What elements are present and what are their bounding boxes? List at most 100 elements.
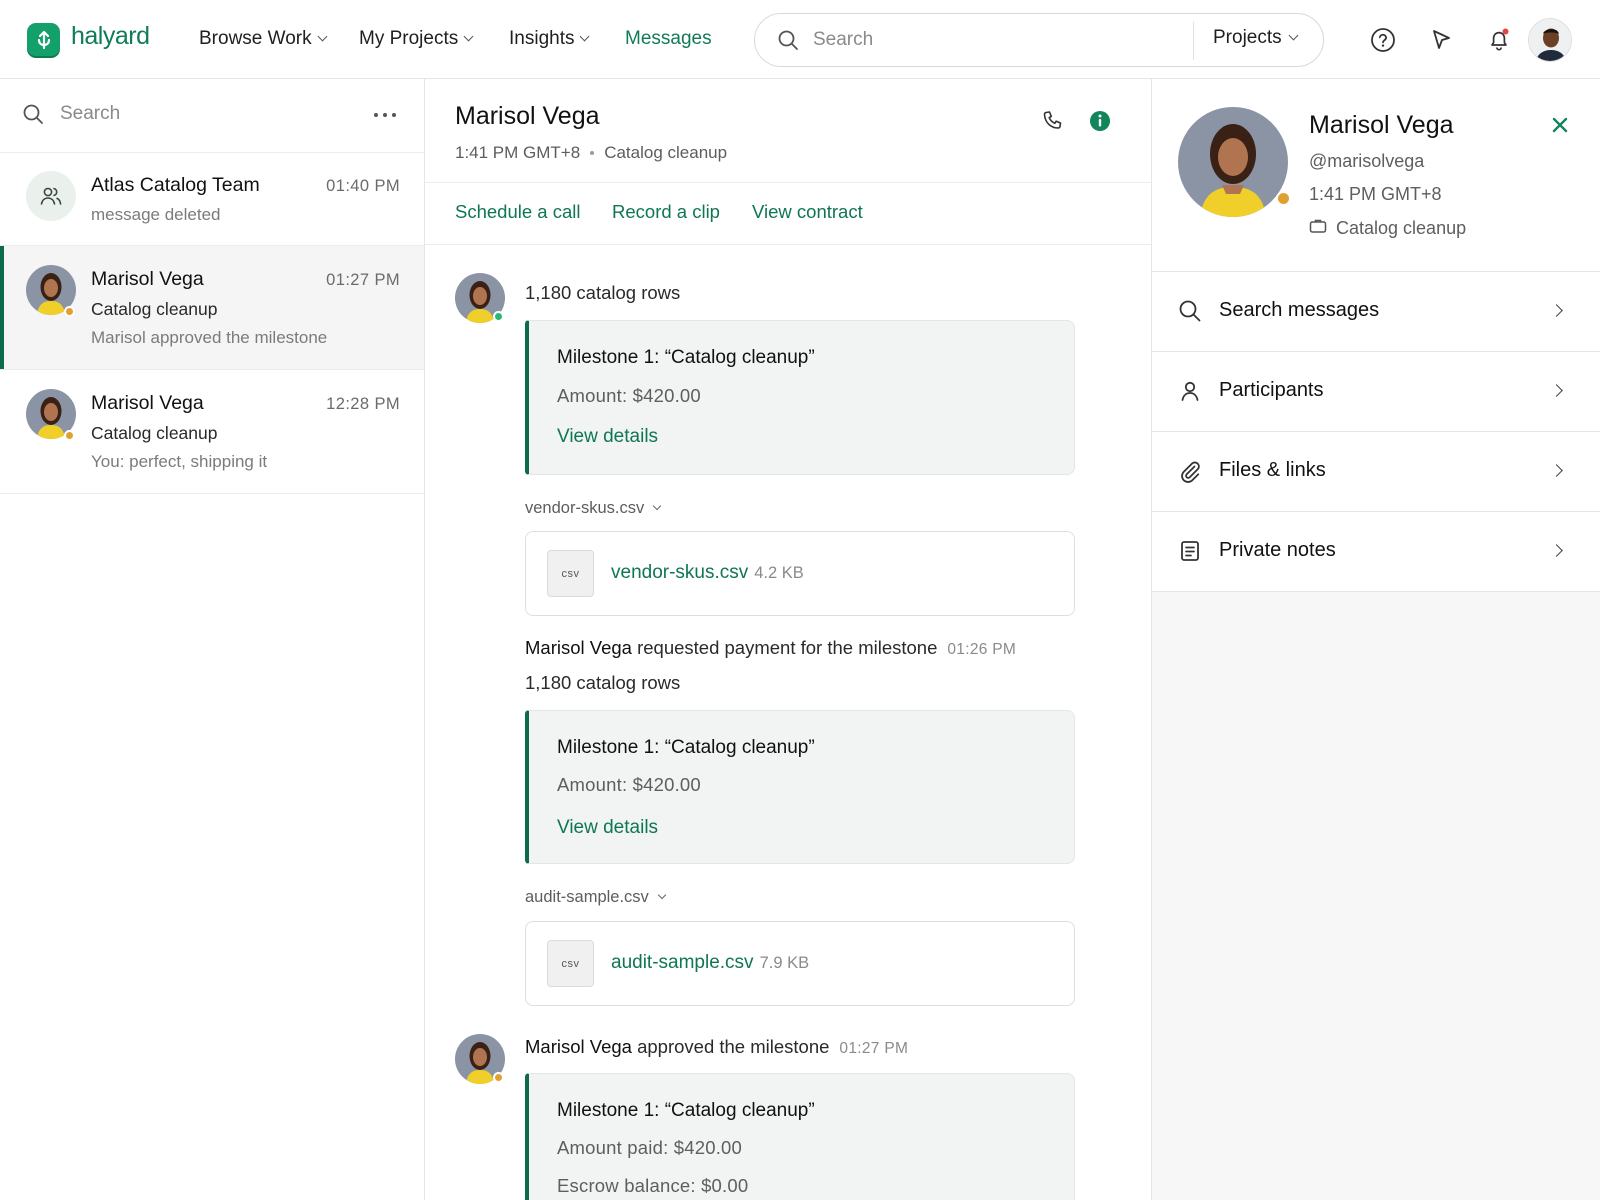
nav-messages-label: Messages — [625, 28, 712, 49]
file-name-link[interactable]: audit-sample.csv 7.9 KB — [611, 952, 809, 974]
user-avatar[interactable] — [1528, 18, 1572, 62]
contact-profile: Marisol Vega @marisolvega 1:41 PM GMT+8 … — [1152, 79, 1600, 272]
view-details-link[interactable]: View details — [557, 817, 658, 839]
status-online-indicator — [493, 311, 504, 322]
contact-name: Marisol Vega — [1309, 111, 1454, 139]
search-messages-row[interactable]: Search messages — [1152, 272, 1600, 352]
conversation-name: Marisol Vega — [91, 268, 204, 290]
global-search: Projects — [754, 13, 1324, 67]
chevron-down-icon — [580, 31, 590, 42]
nav-my-projects[interactable]: My Projects — [359, 28, 474, 50]
chevron-right-icon — [1550, 384, 1563, 397]
conversation-search — [0, 79, 424, 153]
contact-avatar — [1178, 107, 1288, 217]
message-author: Marisol Vega — [525, 1036, 632, 1057]
file-name: audit-sample.csv — [611, 952, 754, 973]
status-away-indicator — [1276, 191, 1291, 206]
view-contract-link[interactable]: View contract — [752, 201, 863, 223]
message-time: 01:26 PM — [947, 641, 1017, 658]
csv-file-icon: csv — [547, 550, 594, 597]
chat-contact-name: Marisol Vega — [455, 102, 600, 130]
message-action: approved the milestone — [637, 1036, 830, 1057]
more-options-icon[interactable] — [374, 105, 396, 125]
file-attachment-card[interactable]: csv audit-sample.csv 7.9 KB — [525, 921, 1075, 1006]
conversation-name: Marisol Vega — [91, 392, 204, 414]
attachment-toggle[interactable]: vendor-skus.csv — [525, 499, 662, 518]
search-icon — [777, 29, 799, 56]
paperclip-icon — [1178, 459, 1202, 483]
attachment-label: vendor-skus.csv — [525, 499, 645, 517]
nav-my-projects-label: My Projects — [359, 28, 459, 49]
private-notes-row[interactable]: Private notes — [1152, 512, 1600, 592]
csv-file-icon: csv — [547, 940, 594, 987]
milestone-amount-paid: Amount paid: $420.00 — [557, 1137, 743, 1158]
close-icon[interactable] — [1549, 114, 1573, 138]
conversation-item[interactable]: Marisol Vega 12:28 PM Catalog cleanup Yo… — [0, 370, 424, 494]
info-icon[interactable] — [1088, 109, 1114, 135]
schedule-call-link[interactable]: Schedule a call — [455, 201, 580, 223]
chevron-down-icon — [652, 501, 662, 511]
nav-messages[interactable]: Messages — [625, 28, 712, 50]
conversation-item-selected[interactable]: Marisol Vega 01:27 PM Catalog cleanup Ma… — [0, 246, 424, 370]
message-author: Marisol Vega — [525, 637, 632, 658]
cursor-icon[interactable] — [1425, 24, 1457, 56]
milestone-card: Milestone 1: “Catalog cleanup” Amount: $… — [525, 320, 1075, 475]
nav-browse-work[interactable]: Browse Work — [199, 28, 328, 50]
chat-panel: Marisol Vega 1:41 PM GMT+8 Catalog clean… — [425, 79, 1151, 1200]
conversation-time: 12:28 PM — [326, 395, 400, 413]
row-label: Search messages — [1219, 299, 1380, 321]
message-time: 01:27 PM — [839, 1040, 909, 1057]
chevron-down-icon — [317, 31, 328, 42]
chevron-right-icon — [1550, 464, 1563, 477]
search-icon — [22, 103, 44, 130]
milestone-card: Milestone 1: “Catalog cleanup” Amount pa… — [525, 1073, 1075, 1200]
global-search-input[interactable] — [813, 24, 1173, 56]
chevron-down-icon — [1288, 30, 1299, 41]
bell-icon[interactable] — [1483, 24, 1515, 56]
chat-header: Marisol Vega 1:41 PM GMT+8 Catalog clean… — [425, 79, 1151, 183]
conversation-project: Catalog cleanup — [91, 299, 218, 319]
conversation-list-panel: Atlas Catalog Team 01:40 PM message dele… — [0, 79, 425, 1200]
attachment-label: audit-sample.csv — [525, 888, 649, 906]
search-divider — [1193, 22, 1194, 60]
files-links-row[interactable]: Files & links — [1152, 432, 1600, 512]
nav-insights[interactable]: Insights — [509, 28, 590, 50]
contact-handle: @marisolvega — [1309, 151, 1425, 171]
escrow-balance: Escrow balance: $0.00 — [557, 1175, 749, 1196]
phone-icon[interactable] — [1041, 109, 1067, 135]
conversation-preview: message deleted — [91, 205, 221, 224]
file-name-link[interactable]: vendor-skus.csv 4.2 KB — [611, 562, 804, 584]
contact-project: Catalog cleanup — [1309, 218, 1466, 239]
row-label: Participants — [1219, 379, 1324, 401]
file-size: 4.2 KB — [754, 564, 804, 582]
file-attachment-card[interactable]: csv vendor-skus.csv 4.2 KB — [525, 531, 1075, 616]
chevron-down-icon — [463, 31, 474, 42]
milestone-card: Milestone 1: “Catalog cleanup” Amount: $… — [525, 710, 1075, 864]
status-away-indicator — [493, 1072, 504, 1083]
group-icon — [26, 171, 76, 221]
conversation-item[interactable]: Atlas Catalog Team 01:40 PM message dele… — [0, 153, 424, 246]
nav-insights-label: Insights — [509, 28, 575, 49]
search-scope-label: Projects — [1213, 27, 1282, 48]
contact-local-time: 1:41 PM GMT+8 — [1309, 184, 1442, 204]
halyard-logo-icon[interactable] — [27, 23, 60, 56]
file-size: 7.9 KB — [759, 954, 810, 972]
record-clip-link[interactable]: Record a clip — [612, 201, 720, 223]
contact-project-label: Catalog cleanup — [1336, 218, 1467, 238]
search-scope-dropdown[interactable]: Projects — [1213, 27, 1299, 49]
brand-name[interactable]: halyard — [71, 22, 150, 51]
top-navigation-bar: halyard Browse Work My Projects Insights… — [0, 0, 1600, 79]
message-text: 1,180 catalog rows — [525, 672, 681, 693]
row-label: Private notes — [1219, 539, 1336, 561]
view-details-link[interactable]: View details — [557, 426, 658, 448]
conversation-project: Catalog cleanup — [91, 423, 218, 443]
file-name: vendor-skus.csv — [611, 562, 749, 583]
status-away-indicator — [64, 306, 75, 317]
chevron-right-icon — [1550, 304, 1563, 317]
participants-row[interactable]: Participants — [1152, 352, 1600, 432]
system-message: Marisol Vega requested payment for the m… — [525, 637, 1016, 659]
nav-browse-work-label: Browse Work — [199, 28, 312, 49]
help-icon[interactable] — [1367, 24, 1399, 56]
attachment-toggle[interactable]: audit-sample.csv — [525, 888, 667, 907]
conversation-search-input[interactable] — [60, 99, 340, 129]
